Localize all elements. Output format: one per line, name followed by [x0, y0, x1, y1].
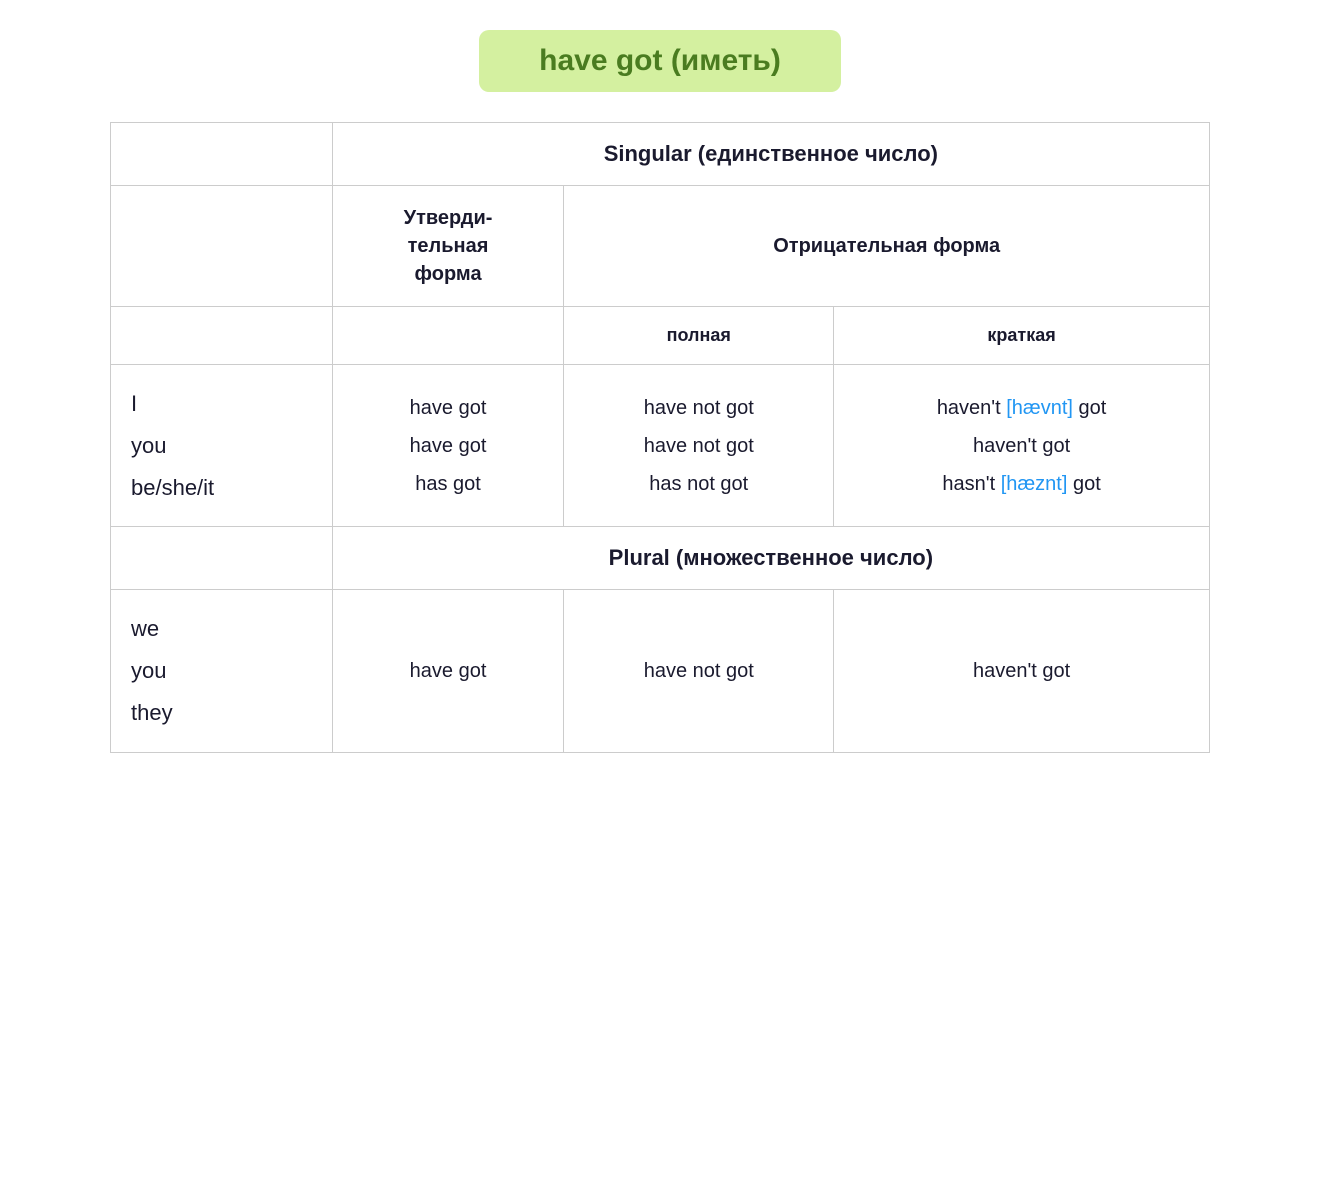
singular-header-row: Singular (единственное число) [111, 123, 1210, 186]
empty-affirmative-sub [332, 307, 564, 365]
main-table: Singular (единственное число) Утверди-те… [110, 122, 1210, 753]
plural-pronouns: weyouthey [111, 590, 333, 752]
title-pill: have got (иметь) [479, 30, 841, 92]
plural-negative-short: haven't got [834, 590, 1210, 752]
empty-corner-plural [111, 527, 333, 590]
singular-data-row: Iyoube/she/it have gothave gothas got ha… [111, 365, 1210, 527]
plural-affirmative: have got [332, 590, 564, 752]
affirmative-header: Утверди-тельнаяформа [332, 186, 564, 307]
empty-corner-singular [111, 123, 333, 186]
singular-negative-full: have not gothave not gothas not got [564, 365, 834, 527]
title-banner: have got (иметь) [110, 30, 1210, 92]
singular-pronouns: Iyoube/she/it [111, 365, 333, 527]
empty-corner-header [111, 186, 333, 307]
page-container: have got (иметь) Singular (единственное … [110, 30, 1210, 753]
negative-full-header: полная [564, 307, 834, 365]
phonetic-haeznt: [hæznt] [1001, 473, 1068, 495]
singular-negative-short: haven't [hævnt] got haven't got hasn't [… [834, 365, 1210, 527]
negative-title-header: Отрицательная форма [564, 186, 1210, 307]
plural-header-row: Plural (множественное число) [111, 527, 1210, 590]
column-header-row: Утверди-тельнаяформа Отрицательная форма [111, 186, 1210, 307]
plural-label: Plural (множественное число) [332, 527, 1209, 590]
phonetic-haevnt: [hævnt] [1006, 397, 1073, 419]
singular-affirmative: have gothave gothas got [332, 365, 564, 527]
plural-negative-full: have not got [564, 590, 834, 752]
singular-label: Singular (единственное число) [332, 123, 1209, 186]
negative-short-header: краткая [834, 307, 1210, 365]
plural-data-row: weyouthey have got have not got haven't … [111, 590, 1210, 752]
negative-subheader-row: полная краткая [111, 307, 1210, 365]
empty-corner-subheader [111, 307, 333, 365]
